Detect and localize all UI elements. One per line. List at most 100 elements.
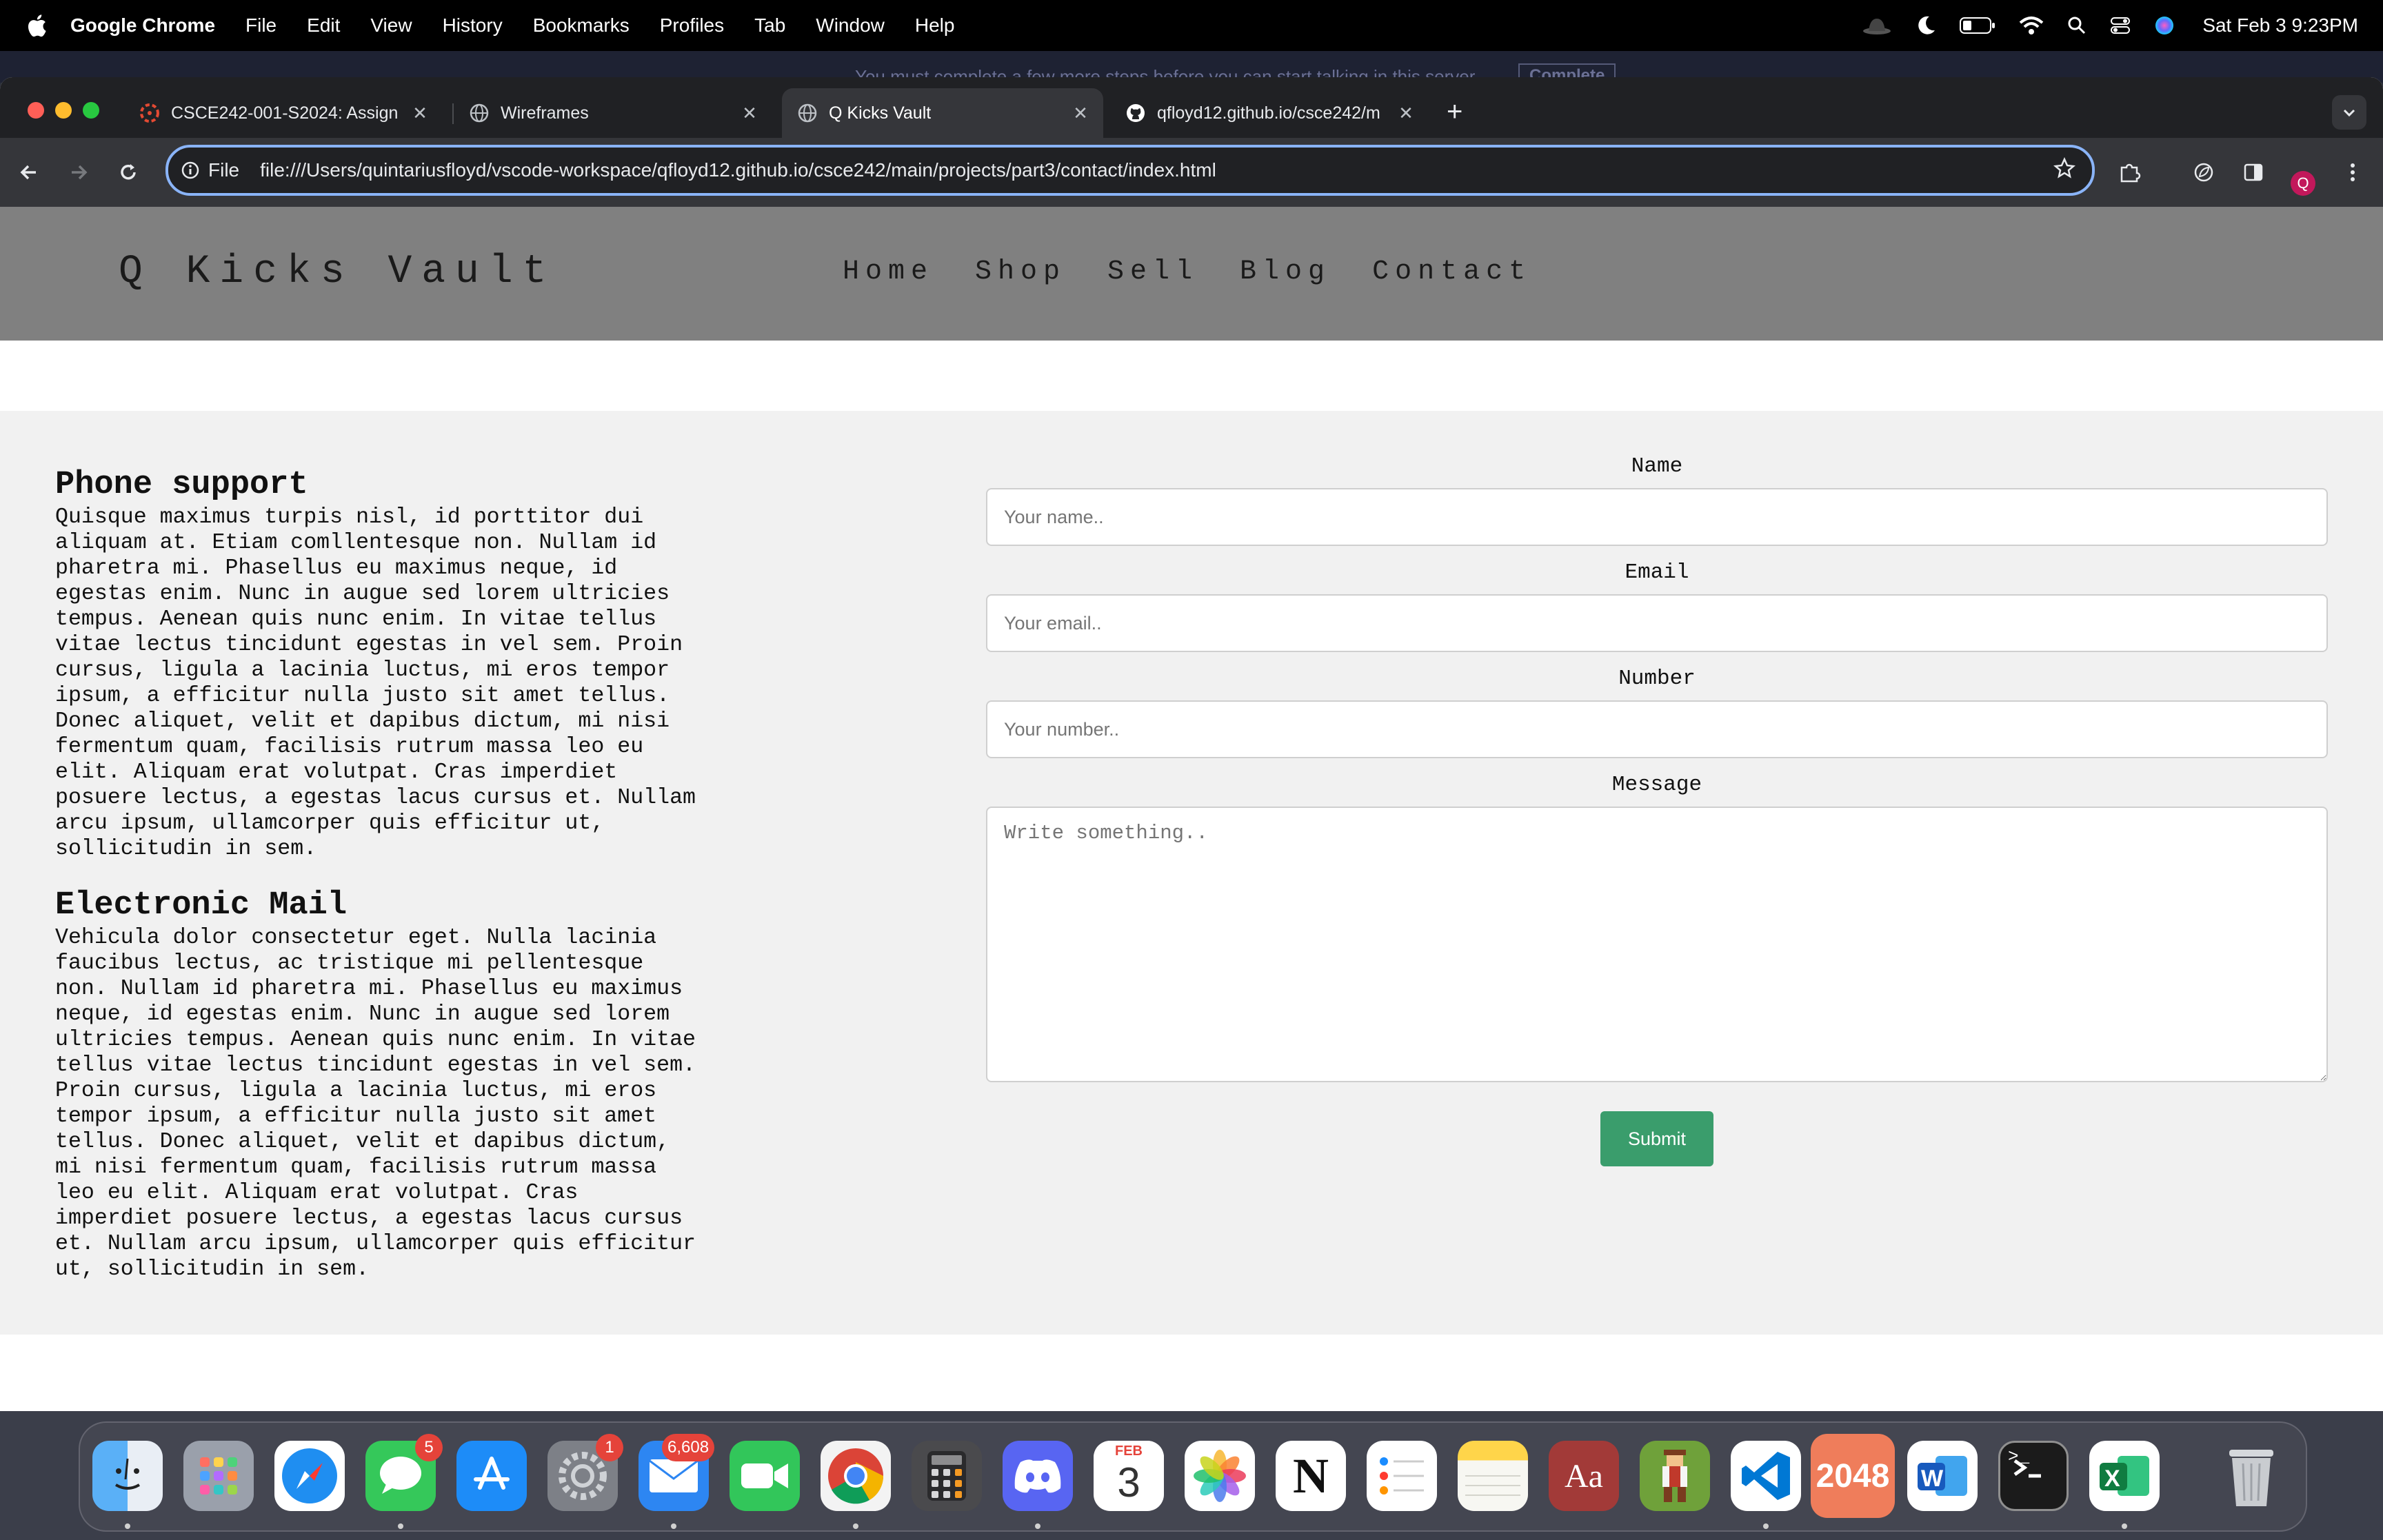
github-icon — [1125, 103, 1146, 123]
extension-leaf-icon[interactable] — [2190, 159, 2218, 186]
menu-edit[interactable]: Edit — [307, 14, 340, 37]
extensions-puzzle-icon[interactable] — [2115, 159, 2143, 186]
excel-icon[interactable] — [2089, 1441, 2160, 1511]
hat-status-icon[interactable] — [1862, 16, 1892, 35]
dictionary-icon[interactable]: Aa — [1549, 1441, 1619, 1511]
tab-search-button[interactable] — [2332, 95, 2366, 130]
menu-view[interactable]: View — [370, 14, 412, 37]
calendar-month: FEB — [1094, 1441, 1164, 1460]
moon-icon[interactable] — [1916, 15, 1936, 36]
number-input[interactable] — [986, 700, 2328, 758]
tab-title: Wireframes — [501, 103, 589, 123]
kebab-menu-icon[interactable] — [2339, 159, 2366, 186]
running-indicator — [853, 1523, 858, 1529]
phone-support-text: Quisque maximus turpis nisl, id porttito… — [55, 505, 696, 861]
tab-assignment[interactable]: CSCE242-001-S2024: Assign ✕ — [124, 88, 443, 138]
number-label: Number — [1618, 667, 1696, 691]
contact-form: Name Email Number Message Submit — [986, 455, 2328, 1166]
menu-app-name[interactable]: Google Chrome — [70, 14, 215, 37]
email-input[interactable] — [986, 594, 2328, 652]
tab-title: Q Kicks Vault — [829, 103, 932, 123]
reminders-icon[interactable] — [1367, 1441, 1437, 1511]
siri-icon[interactable] — [2154, 15, 2175, 36]
photos-icon[interactable] — [1185, 1441, 1255, 1511]
menu-clock[interactable]: Sat Feb 3 9:23PM — [2202, 14, 2358, 37]
tab-wireframes[interactable]: Wireframes ✕ — [454, 88, 772, 138]
minimize-window-button[interactable] — [55, 102, 72, 119]
menu-profiles[interactable]: Profiles — [660, 14, 724, 37]
reload-icon[interactable] — [114, 159, 142, 186]
notes-icon[interactable] — [1458, 1441, 1528, 1511]
nav-shop[interactable]: Shop — [975, 256, 1066, 287]
chrome-icon[interactable] — [821, 1441, 891, 1511]
submit-button[interactable]: Submit — [1600, 1111, 1713, 1166]
menu-history[interactable]: History — [443, 14, 503, 37]
name-input[interactable] — [986, 488, 2328, 546]
tab-close-icon[interactable]: ✕ — [410, 103, 430, 124]
wifi-icon[interactable] — [2019, 16, 2044, 35]
profile-avatar[interactable]: Q — [2291, 171, 2315, 196]
tab-close-icon[interactable]: ✕ — [1070, 103, 1091, 124]
new-tab-button[interactable]: + — [1447, 98, 1462, 125]
trash-icon[interactable] — [2216, 1441, 2286, 1511]
message-label: Message — [1611, 773, 1702, 797]
forward-icon[interactable] — [65, 159, 92, 186]
finder-icon[interactable] — [92, 1441, 163, 1511]
chrome-window: CSCE242-001-S2024: Assign ✕ Wireframes ✕… — [0, 77, 2383, 1411]
zoom-window-button[interactable] — [83, 102, 99, 119]
settings-badge: 1 — [596, 1434, 623, 1461]
running-indicator — [2122, 1523, 2127, 1529]
battery-icon[interactable] — [1960, 17, 1995, 34]
vscode-icon[interactable] — [1731, 1441, 1801, 1511]
tab-close-icon[interactable]: ✕ — [739, 103, 760, 124]
running-indicator — [1035, 1523, 1040, 1529]
discord-icon[interactable] — [1003, 1441, 1073, 1511]
control-center-icon[interactable] — [2110, 16, 2131, 35]
menu-window[interactable]: Window — [816, 14, 885, 37]
menu-help[interactable]: Help — [915, 14, 955, 37]
app-store-icon[interactable] — [456, 1441, 527, 1511]
side-panel-icon[interactable] — [2240, 159, 2267, 186]
calculator-icon[interactable] — [912, 1441, 982, 1511]
safari-icon[interactable] — [274, 1441, 345, 1511]
apple-logo-icon[interactable] — [26, 14, 47, 37]
launchpad-icon[interactable] — [183, 1441, 254, 1511]
game-icon[interactable] — [1640, 1441, 1710, 1511]
tab-title: CSCE242-001-S2024: Assign — [171, 103, 399, 123]
facetime-icon[interactable] — [730, 1441, 800, 1511]
spotlight-search-icon[interactable] — [2067, 16, 2087, 35]
nav-contact[interactable]: Contact — [1372, 256, 1531, 287]
nav-sell[interactable]: Sell — [1107, 256, 1198, 287]
menu-bookmarks[interactable]: Bookmarks — [533, 14, 630, 37]
site-title: Q Kicks Vault — [119, 250, 556, 294]
mail-badge: 6,608 — [662, 1434, 715, 1461]
notion-icon[interactable]: N — [1276, 1441, 1346, 1511]
phone-support-block: Phone support Quisque maximus turpis nis… — [55, 466, 696, 862]
email-support-block: Electronic Mail Vehicula dolor consectet… — [55, 886, 696, 1282]
calendar-icon[interactable]: FEB 3 — [1094, 1441, 1164, 1511]
address-bar[interactable]: File file:///Users/quintariusfloyd/vscod… — [165, 145, 2095, 196]
canvas-favicon-icon — [139, 103, 160, 123]
calendar-day: 3 — [1117, 1459, 1140, 1506]
site-nav: Home Shop Sell Blog Contact — [843, 256, 1573, 287]
tab-q-kicks-vault[interactable]: Q Kicks Vault ✕ — [782, 88, 1103, 138]
tab-title: qfloyd12.github.io/csce242/m — [1157, 103, 1380, 123]
2048-icon[interactable]: 2048 — [1811, 1434, 1895, 1518]
info-icon — [181, 161, 199, 179]
close-window-button[interactable] — [28, 102, 44, 119]
tab-close-icon[interactable]: ✕ — [1396, 103, 1416, 124]
url-text[interactable]: file:///Users/quintariusfloyd/vscode-wor… — [260, 159, 2053, 181]
menu-file[interactable]: File — [245, 14, 276, 37]
tab-github[interactable]: qfloyd12.github.io/csce242/m ✕ — [1110, 88, 1429, 138]
message-textarea[interactable] — [986, 807, 2328, 1082]
nav-home[interactable]: Home — [843, 256, 934, 287]
browser-toolbar: File file:///Users/quintariusfloyd/vscod… — [0, 138, 2383, 207]
running-indicator — [398, 1523, 403, 1529]
globe-icon — [469, 103, 490, 123]
email-text: Vehicula dolor consectetur eget. Nulla l… — [55, 926, 696, 1281]
bookmark-star-icon[interactable] — [2053, 156, 2075, 184]
site-info-chip[interactable]: File — [181, 159, 239, 181]
back-icon[interactable] — [15, 159, 43, 186]
nav-blog[interactable]: Blog — [1240, 256, 1331, 287]
menu-tab[interactable]: Tab — [754, 14, 785, 37]
